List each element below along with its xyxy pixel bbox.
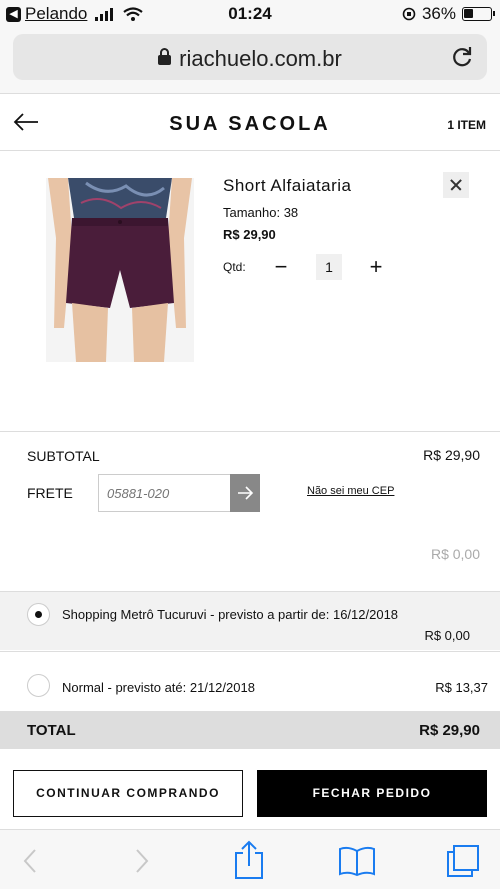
increase-quantity-button[interactable]: + bbox=[367, 256, 385, 278]
unknown-cep-link[interactable]: Não sei meu CEP bbox=[307, 485, 394, 497]
browser-back-icon[interactable] bbox=[14, 844, 48, 878]
remove-item-button[interactable] bbox=[443, 172, 469, 198]
subtotal-label: SUBTOTAL bbox=[27, 448, 100, 464]
radio-store[interactable] bbox=[27, 603, 50, 626]
url-text-row: riachuelo.com.br bbox=[13, 46, 487, 72]
page-header: SUA SACOLA 1 ITEM bbox=[0, 95, 500, 151]
shipping-option-label: Normal - previsto até: 21/12/2018 bbox=[62, 680, 255, 695]
shipping-option-normal[interactable]: Normal - previsto até: 21/12/2018 R$ 13,… bbox=[0, 662, 500, 710]
shipping-option-price: R$ 13,37 bbox=[435, 680, 488, 695]
product-name[interactable]: Short Alfaiataria bbox=[223, 176, 352, 196]
arrow-right-icon bbox=[238, 486, 254, 500]
product-image[interactable] bbox=[46, 178, 194, 362]
quantity-value[interactable]: 1 bbox=[316, 254, 342, 280]
summary-divider bbox=[0, 431, 500, 432]
decrease-quantity-button[interactable]: − bbox=[272, 256, 290, 278]
browser-toolbar bbox=[0, 829, 500, 889]
cep-input[interactable] bbox=[98, 474, 230, 512]
shipping-label: FRETE bbox=[27, 485, 73, 501]
product-photo-shorts bbox=[46, 178, 194, 362]
browser-bar: riachuelo.com.br bbox=[0, 28, 500, 94]
shipping-option-price: R$ 0,00 bbox=[424, 628, 470, 643]
product-size: Tamanho: 38 bbox=[223, 205, 299, 220]
browser-forward-icon[interactable] bbox=[124, 844, 158, 878]
page-title: SUA SACOLA bbox=[169, 113, 331, 135]
total-row: TOTAL R$ 29,90 bbox=[0, 711, 500, 749]
orientation-lock-icon bbox=[402, 7, 416, 21]
subtotal-value: R$ 29,90 bbox=[423, 447, 480, 463]
battery-percent: 36% bbox=[421, 4, 456, 23]
tabs-icon[interactable] bbox=[446, 844, 480, 878]
book-icon[interactable] bbox=[338, 844, 376, 878]
address-bar[interactable]: riachuelo.com.br bbox=[13, 34, 487, 80]
quantity-label: Qtd: bbox=[223, 260, 246, 274]
shipping-option-label: Shopping Metrô Tucuruvi - previsto a par… bbox=[62, 607, 399, 622]
shipping-value: R$ 0,00 bbox=[430, 546, 480, 562]
shipping-option-store[interactable]: Shopping Metrô Tucuruvi - previsto a par… bbox=[0, 592, 500, 650]
url-text: riachuelo.com.br bbox=[179, 46, 342, 71]
checkout-button[interactable]: FECHAR PEDIDO bbox=[257, 770, 487, 817]
item-count: 1 ITEM bbox=[447, 118, 486, 132]
share-icon[interactable] bbox=[232, 840, 266, 880]
cep-submit-button[interactable] bbox=[230, 474, 260, 512]
option-divider bbox=[0, 651, 500, 652]
battery-icon bbox=[462, 7, 495, 21]
lock-icon bbox=[158, 48, 172, 65]
total-value: R$ 29,90 bbox=[419, 722, 480, 739]
radio-normal[interactable] bbox=[27, 674, 50, 697]
product-price: R$ 29,90 bbox=[223, 227, 276, 242]
status-bar: ◀ Pelando 01:24 36% bbox=[0, 0, 500, 28]
total-label: TOTAL bbox=[27, 722, 76, 739]
status-right: 36% bbox=[402, 4, 495, 24]
continue-shopping-button[interactable]: CONTINUAR COMPRANDO bbox=[13, 770, 243, 817]
reload-icon[interactable] bbox=[449, 44, 475, 70]
